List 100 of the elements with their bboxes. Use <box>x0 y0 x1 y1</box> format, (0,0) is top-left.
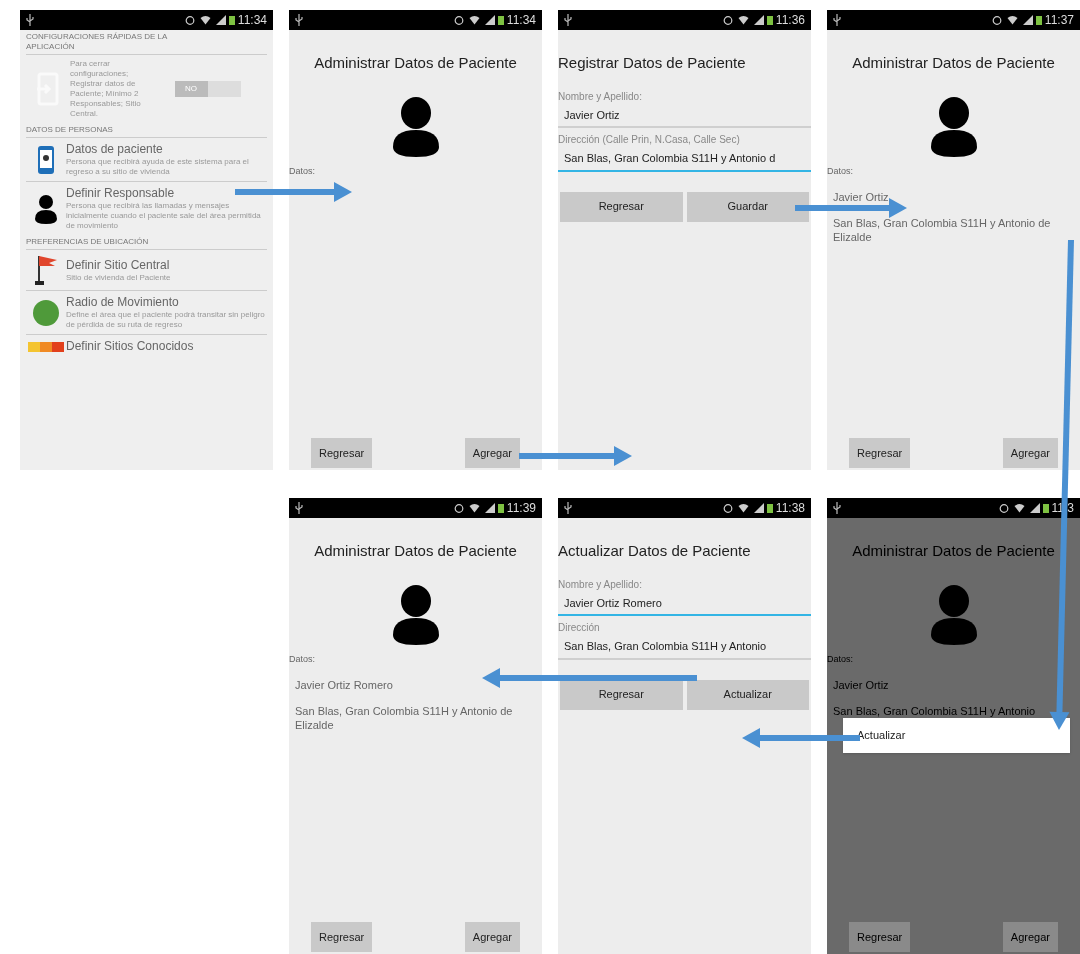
alarm-icon <box>184 15 195 25</box>
battery-icon <box>766 503 773 513</box>
usb-icon <box>26 14 34 26</box>
input-field[interactable]: San Blas, Gran Colombia S11H y Antonio d <box>558 147 811 172</box>
data-label: Datos: <box>827 652 854 666</box>
setting-title: Definir Sitio Central <box>66 257 171 273</box>
usb-icon <box>295 14 303 26</box>
action-button[interactable]: Regresar <box>849 438 911 468</box>
data-label: Datos: <box>827 164 854 178</box>
wifi-icon <box>199 15 211 25</box>
section-header: DATOS DE PERSONAS <box>26 123 267 138</box>
battery-icon <box>497 15 504 25</box>
settings-item[interactable]: Datos de paciente Persona que recibirá ayuda de este sistema para el regreso a su sitio de vivienda <box>26 138 267 182</box>
usb-icon <box>833 502 841 514</box>
patient-data-text: Javier Ortiz Romero <box>294 678 394 692</box>
status-time: 11:39 <box>506 502 536 514</box>
patient-data-text: San Blas, Gran Colombia S11H y Antonio de Elizalde <box>832 216 1052 244</box>
screen-title: Administrar Datos de Paciente <box>313 541 518 561</box>
action-button[interactable]: Regresar <box>849 922 911 952</box>
ball-icon <box>32 298 60 327</box>
setting-description: Define el área que el paciente podrá transitar sin peligro de pérdida de su ruta de regreso <box>66 310 266 330</box>
usb-icon <box>833 14 841 26</box>
signal-icon <box>484 503 495 513</box>
field-label: Nombre y Apellido: <box>558 89 643 104</box>
wifi-icon <box>737 503 749 513</box>
settings-item[interactable]: Definir Sitio Central Sitio de vivienda del Paciente <box>26 250 267 291</box>
action-button[interactable]: Agregar <box>464 922 520 952</box>
patient-data-text: Javier Ortiz <box>832 678 890 692</box>
setting-title: Radio de Movimiento <box>66 295 180 310</box>
alarm-icon <box>453 15 464 25</box>
field-label: Dirección (Calle Prin, N.Casa, Calle Sec) <box>558 133 741 147</box>
section-header: PREFERENCIAS DE UBICACIÓN <box>26 235 267 250</box>
setting-description: Sitio de vivienda del Paciente <box>66 272 171 283</box>
signal-icon <box>753 503 764 513</box>
flag-icon <box>33 254 59 286</box>
data-label: Datos: <box>289 164 316 178</box>
alarm-icon <box>998 503 1009 513</box>
person-icon <box>34 193 58 224</box>
setting-title: Definir Responsable <box>66 186 176 201</box>
person-icon <box>930 96 977 157</box>
person-icon <box>392 584 439 645</box>
alarm-icon <box>991 15 1002 25</box>
alarm-icon <box>722 503 733 513</box>
status-time: 11:34 <box>237 14 267 26</box>
input-field[interactable]: Javier Ortiz <box>558 103 811 128</box>
battery-icon <box>497 503 504 513</box>
action-button[interactable]: Regresar <box>311 438 373 468</box>
status-time: 11:36 <box>775 14 805 26</box>
input-field[interactable]: Javier Ortiz Romero <box>558 591 811 616</box>
section-header: CONFIGURACIONES RÁPIDAS DE LA APLICACIÓN <box>26 30 267 55</box>
action-button[interactable]: Agregar <box>464 438 520 468</box>
action-button[interactable]: Regresar <box>560 191 683 222</box>
settings-item[interactable]: Definir Sitios Conocidos <box>26 335 267 358</box>
usb-icon <box>564 14 572 26</box>
tiles-icon <box>28 341 64 352</box>
screen-title: Actualizar Datos de Paciente <box>558 541 752 561</box>
settings-item[interactable]: Radio de Movimiento Define el área que el paciente podrá transitar sin peligro de pérdida de su ruta de regreso <box>26 291 267 335</box>
menu-item[interactable]: Actualizar <box>843 718 1070 753</box>
battery-icon <box>766 15 773 25</box>
person-icon <box>930 584 977 645</box>
screen-title: Registrar Datos de Paciente <box>558 53 747 73</box>
input-field[interactable]: San Blas, Gran Colombia S11H y Antonio <box>558 635 811 660</box>
usb-icon <box>564 502 572 514</box>
field-label: Nombre y Apellido: <box>558 577 643 592</box>
phone-icon <box>37 144 55 175</box>
wifi-icon <box>737 15 749 25</box>
battery-icon <box>1035 15 1042 25</box>
setting-description: Persona que recibirá ayuda de este sistema para el regreso a su sitio de vivienda <box>66 157 250 177</box>
signal-icon <box>215 15 226 25</box>
action-button[interactable]: Guardar <box>686 191 809 222</box>
alarm-icon <box>722 15 733 25</box>
settings-item[interactable]: Definir Responsable Persona que recibirá las llamadas y mensajes inicialmente cuando el paciente sale del área permitida de movimiento <box>26 182 267 235</box>
data-label: Datos: <box>289 652 316 666</box>
signal-icon <box>484 15 495 25</box>
action-button[interactable]: Agregar <box>1002 438 1058 468</box>
signal-icon <box>1022 15 1033 25</box>
battery-icon <box>1042 503 1049 513</box>
wifi-icon <box>1006 15 1018 25</box>
action-button[interactable]: Actualizar <box>686 679 809 710</box>
signal-icon <box>753 15 764 25</box>
battery-icon <box>228 15 235 25</box>
action-button[interactable]: Regresar <box>311 922 373 952</box>
wifi-icon <box>468 15 480 25</box>
patient-data-text: Javier Ortiz <box>832 190 890 204</box>
signal-icon <box>1029 503 1040 513</box>
person-icon <box>392 96 439 157</box>
status-time: 11:38 <box>775 502 805 514</box>
patient-data-text: San Blas, Gran Colombia S11H y Antonio de Elizalde <box>294 704 514 732</box>
field-label: Dirección <box>558 621 601 635</box>
action-button[interactable]: Regresar <box>560 679 683 710</box>
patient-data-text: San Blas, Gran Colombia S11H y Antonio <box>832 704 1037 718</box>
setting-title: Datos de paciente <box>66 142 164 157</box>
wifi-icon <box>1013 503 1025 513</box>
status-time: 11:37 <box>1044 14 1074 26</box>
screen-title: Administrar Datos de Paciente <box>313 53 518 73</box>
status-time: 11:34 <box>506 14 536 26</box>
usb-icon <box>295 502 303 514</box>
action-button[interactable]: Agregar <box>1002 922 1058 952</box>
setting-description: Para cerrar configuraciones; Registrar datos de Paciente; Mínimo 2 Responsables; Sitio Central. <box>70 59 142 119</box>
wifi-icon <box>468 503 480 513</box>
